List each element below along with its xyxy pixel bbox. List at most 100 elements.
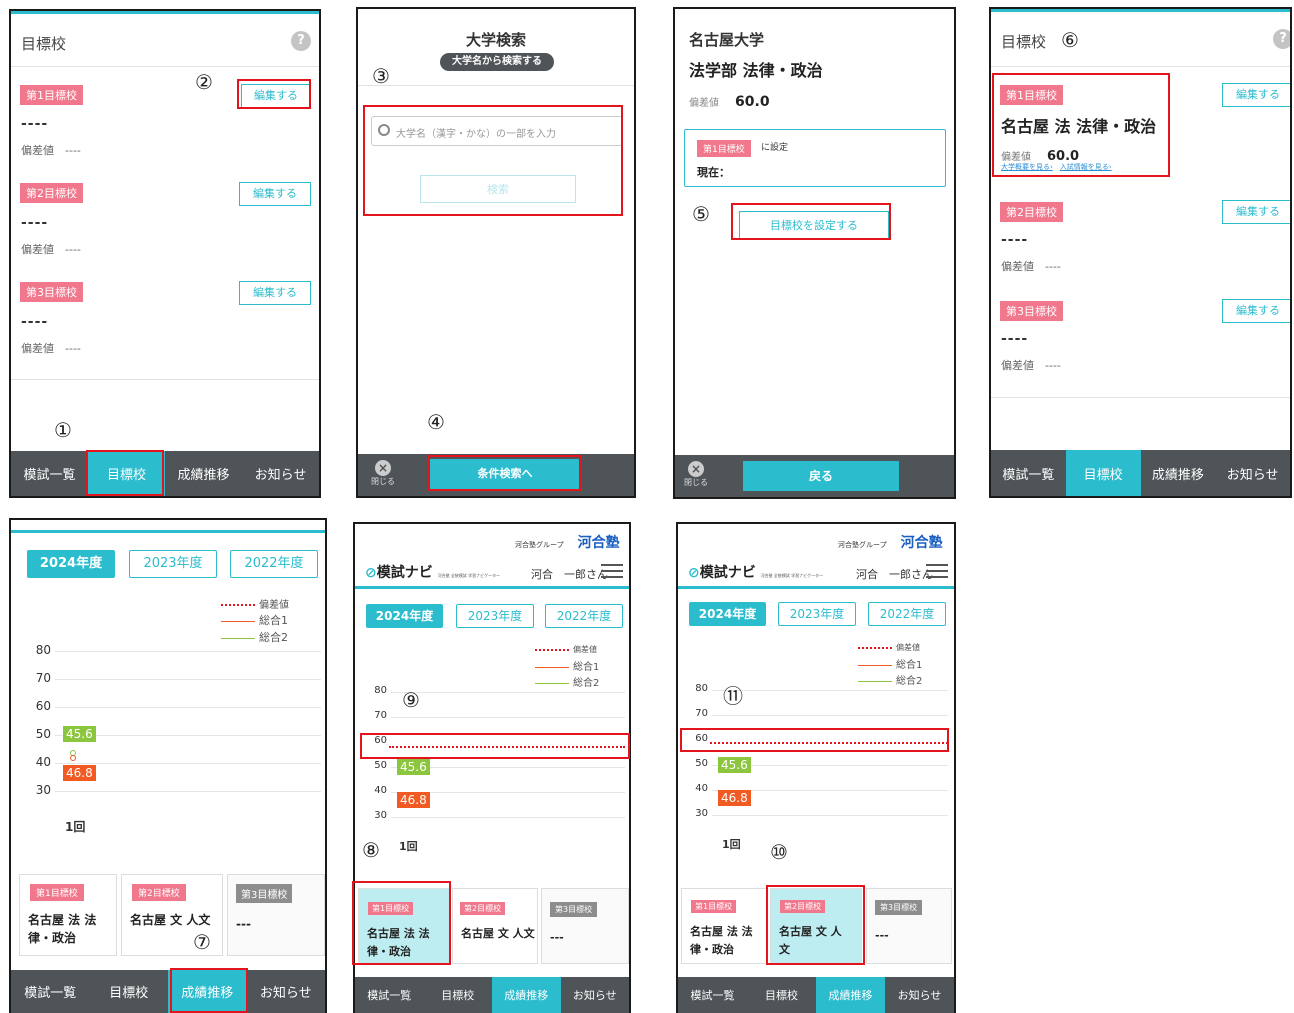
bottom-nav: 模試一覧 目標校 成績推移 お知らせ (991, 450, 1290, 496)
step-marker: ⑦ (193, 930, 211, 954)
screen-grades-1: 2024年度 2023年度 2022年度 偏差値 総合1 総合2 80 70 6… (9, 518, 327, 1013)
close-button[interactable]: × 閉じる (681, 461, 711, 488)
search-title: 大学検索 (465, 31, 526, 49)
card-name-3: --- (875, 929, 889, 942)
group-logo: 河合塾グループ 河合塾 (838, 535, 943, 551)
target-card-3[interactable]: 第3目標校 --- (227, 874, 325, 956)
divider (358, 85, 634, 86)
nav-news[interactable]: お知らせ (242, 451, 319, 496)
nav-exams[interactable]: 模試一覧 (11, 970, 90, 1013)
nav-news[interactable]: お知らせ (247, 970, 326, 1013)
slot-badge-3: 第3目標校 (20, 282, 83, 302)
nav-grades[interactable]: 成績推移 (816, 977, 885, 1013)
card-name-3: --- (550, 931, 564, 944)
legend-deviation: 偏差値 (858, 642, 920, 653)
value-total2: 45.6 (397, 759, 430, 775)
card-name-2: 名古屋 文 人文 (130, 913, 211, 927)
year-tab-2023[interactable]: 2023年度 (778, 602, 856, 626)
edit-button-2[interactable]: 編集する (1222, 200, 1290, 224)
year-tab-2024[interactable]: 2024年度 (27, 550, 115, 578)
legend-total2: 総合2 (858, 672, 922, 687)
edit-button-2[interactable]: 編集する (239, 182, 311, 206)
deviation-row-2: 偏差値 ---- (1001, 260, 1061, 273)
nav-grades[interactable]: 成績推移 (1141, 450, 1216, 496)
user-name: 河合 一郎さん (856, 568, 933, 581)
nav-grades[interactable]: 成績推移 (492, 977, 561, 1013)
slot-name-2: ---- (1001, 232, 1029, 248)
nav-exams[interactable]: 模試一覧 (355, 977, 424, 1013)
nav-target[interactable]: 目標校 (424, 977, 493, 1013)
help-icon[interactable]: ? (1273, 29, 1290, 49)
step-marker: ⑩ (770, 840, 788, 864)
card-name-3: --- (236, 917, 251, 931)
screen-set-target: 名古屋大学 法学部 法律・政治 偏差値 60.0 第1目標校 に設定 現在： 目… (673, 7, 956, 499)
edit-button-3[interactable]: 編集する (1222, 299, 1290, 323)
slot-name-2: ---- (21, 215, 49, 231)
nav-target[interactable]: 目標校 (90, 970, 169, 1013)
target-card-3[interactable]: 第3目標校 --- (866, 888, 952, 964)
step-marker: ⑥ (1061, 28, 1079, 52)
bottom-nav: 模試一覧 目標校 成績推移 お知らせ (678, 977, 954, 1013)
close-label: 閉じる (371, 477, 395, 486)
year-tab-2022[interactable]: 2022年度 (868, 602, 946, 626)
nav-target[interactable]: 目標校 (747, 977, 816, 1013)
nav-news[interactable]: お知らせ (561, 977, 630, 1013)
legend-total1: 総合1 (858, 656, 922, 671)
help-icon[interactable]: ? (291, 31, 311, 51)
highlight-edit-button (237, 79, 311, 109)
year-tab-2023[interactable]: 2023年度 (129, 550, 217, 578)
slot-name-3: ---- (21, 314, 49, 330)
target-card-2[interactable]: 第2目標校名古屋 文 人文 (452, 888, 538, 964)
y-tick: 30 (374, 810, 387, 821)
step-marker: ⑤ (692, 202, 710, 226)
legend-total2: 総合2 (535, 674, 599, 689)
nav-exams[interactable]: 模試一覧 (991, 450, 1066, 496)
y-tick: 70 (35, 671, 51, 685)
deviation-row-1: 偏差値 ---- (21, 144, 81, 157)
header-accent-bar (355, 586, 629, 589)
close-button[interactable]: × 閉じる (368, 460, 398, 487)
year-tab-2022[interactable]: 2022年度 (545, 604, 623, 628)
edit-button-1[interactable]: 編集する (1222, 83, 1290, 107)
gridline (712, 815, 948, 816)
target-card-1[interactable]: 第1目標校 名古屋 法 法律・政治 (19, 874, 117, 956)
highlight-target-card-1 (352, 881, 451, 965)
y-tick: 50 (374, 760, 387, 771)
gridline (55, 707, 321, 708)
top-accent-bar (11, 530, 325, 533)
back-button[interactable]: 戻る (743, 461, 899, 491)
divider (11, 379, 319, 380)
legend-deviation: 偏差値 (535, 644, 597, 655)
edit-button-3[interactable]: 編集する (239, 281, 311, 305)
nav-grades[interactable]: 成績推移 (165, 451, 242, 496)
marker-total1 (70, 755, 76, 761)
menu-icon[interactable] (926, 564, 948, 578)
page-title: 目標校 (21, 35, 67, 53)
value-total1: 46.8 (718, 790, 751, 806)
nav-target[interactable]: 目標校 (1065, 450, 1141, 496)
gridline (55, 791, 321, 792)
y-tick: 30 (695, 808, 708, 819)
nav-news[interactable]: お知らせ (1215, 450, 1290, 496)
highlight-target-card-2 (766, 885, 865, 965)
slot-name-1: ---- (21, 116, 49, 132)
nav-exams[interactable]: 模試一覧 (678, 977, 747, 1013)
bottom-nav: 模試一覧 目標校 成績推移 お知らせ (11, 970, 325, 1013)
screen-university-search: 大学検索 大学名から検索する 大学名（漢字・かな）の一部を入力 検索 × 閉じる… (356, 7, 636, 498)
year-tab-2024[interactable]: 2024年度 (366, 604, 443, 628)
target-card-3[interactable]: 第3目標校 --- (541, 888, 629, 964)
nav-exams[interactable]: 模試一覧 (11, 451, 88, 496)
year-tab-2022[interactable]: 2022年度 (230, 550, 318, 578)
menu-icon[interactable] (601, 564, 623, 578)
slot-badge-3: 第3目標校 (1000, 301, 1063, 321)
nav-news[interactable]: お知らせ (885, 977, 954, 1013)
year-tab-2024[interactable]: 2024年度 (689, 602, 766, 626)
y-tick: 60 (35, 699, 51, 713)
target-card-1[interactable]: 第1目標校 名古屋 法 法律・政治 (681, 888, 767, 964)
top-accent-bar (11, 11, 319, 14)
card-name-2: 名古屋 文 人文 (461, 927, 535, 940)
gridline (712, 715, 948, 716)
slot-badge-2: 第2目標校 (460, 902, 506, 915)
highlight-deviation-line (680, 728, 949, 752)
year-tab-2023[interactable]: 2023年度 (456, 604, 534, 628)
